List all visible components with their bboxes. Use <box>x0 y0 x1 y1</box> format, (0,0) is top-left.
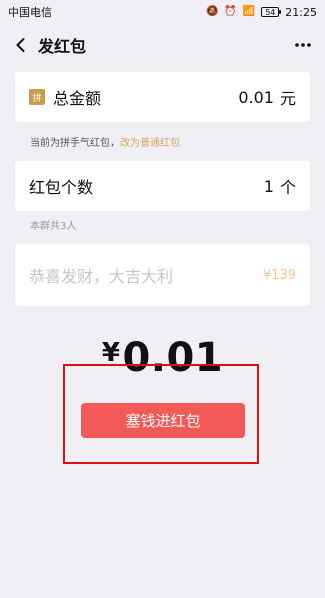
mute-icon: 🔕 <box>205 6 219 17</box>
packet-count-card[interactable]: 红包个数 1 个 <box>15 161 310 211</box>
packet-count-input[interactable]: 1 <box>264 177 274 196</box>
pin-badge-text: 拼 <box>32 93 42 104</box>
nav-left: 发红包 <box>12 33 86 57</box>
status-icons: 🔕 ⏰ 📶 54 21:25 <box>206 6 317 19</box>
total-amount-unit: 元 <box>279 89 296 108</box>
chevron-left-icon[interactable] <box>12 36 30 54</box>
nav-bar: 发红包 <box>0 24 325 66</box>
alarm-icon: ⏰ <box>224 6 237 17</box>
switch-to-normal-link[interactable]: 改为普通红包 <box>120 138 180 149</box>
packet-type-text: 当前为拼手气红包， <box>30 138 120 149</box>
total-amount-input[interactable]: 0.01 <box>238 88 274 107</box>
more-horizontal-icon[interactable] <box>293 35 313 55</box>
submit-button-label: 塞钱进红包 <box>125 412 201 430</box>
greeting-cover-price[interactable]: ¥139 <box>263 268 296 283</box>
battery-icon: 54 <box>261 7 282 17</box>
carrier-label: 中国电信 <box>8 6 52 19</box>
group-size-text: 本群共3人 <box>30 221 77 232</box>
total-amount-card[interactable]: 拼 总金额 0.01 元 <box>15 72 310 122</box>
battery-level: 54 <box>265 7 276 17</box>
page-title: 发红包 <box>38 37 87 56</box>
packet-count-unit: 个 <box>279 178 296 197</box>
greeting-input[interactable]: 恭喜发财，大吉大利 <box>29 263 173 287</box>
pin-badge-icon: 拼 <box>29 89 45 105</box>
time-label: 21:25 <box>285 5 317 19</box>
status-bar: 中国电信 🔕 ⏰ 📶 54 21:25 <box>0 0 325 24</box>
submit-button[interactable]: 塞钱进红包 <box>81 403 245 438</box>
packet-count-label: 红包个数 <box>29 178 94 197</box>
packet-type-hint: 当前为拼手气红包，改为普通红包 <box>30 134 310 149</box>
greeting-message-card[interactable]: 恭喜发财，大吉大利 ¥139 <box>15 244 310 306</box>
wifi-icon: 📶 <box>242 6 256 17</box>
total-amount-label: 总金额 <box>53 89 102 108</box>
